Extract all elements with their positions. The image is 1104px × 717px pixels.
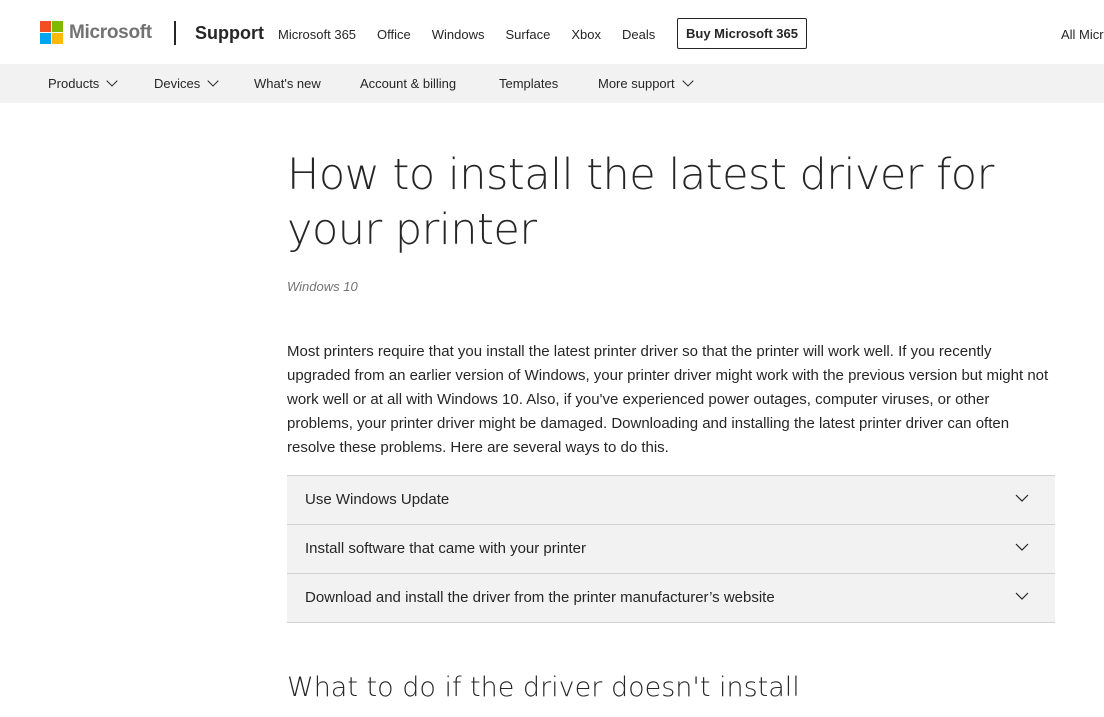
- subnav-label: Devices: [154, 76, 201, 91]
- accordion-label: Use Windows Update: [305, 491, 450, 508]
- logo-square-green: [52, 21, 63, 32]
- accordion-label: Install software that came with your pri…: [305, 540, 586, 557]
- nav-microsoft-365[interactable]: Microsoft 365: [278, 27, 356, 42]
- logo-square-red: [40, 21, 51, 32]
- chevron-down-icon: [1015, 543, 1029, 551]
- subnav-devices[interactable]: Devices: [154, 75, 219, 91]
- top-nav: Microsoft 365 Office Windows Surface Xbo…: [278, 27, 676, 42]
- chevron-down-icon: [1015, 592, 1029, 600]
- chevron-down-icon: [106, 75, 118, 87]
- subnav-label: Account & billing: [360, 76, 457, 91]
- support-subnav: Products Devices What's new Account & bi…: [0, 64, 1104, 103]
- subnav-label: Products: [48, 76, 100, 91]
- chevron-down-icon: [207, 75, 219, 87]
- subnav-label: More support: [598, 76, 675, 91]
- subnav-products[interactable]: Products: [48, 75, 118, 91]
- accordion-download-driver[interactable]: Download and install the driver from the…: [287, 574, 1055, 623]
- brand-name: Microsoft: [69, 21, 152, 43]
- nav-deals[interactable]: Deals: [622, 27, 655, 42]
- accordion-use-windows-update[interactable]: Use Windows Update: [287, 476, 1055, 525]
- method-accordion: Use Windows Update Install software that…: [287, 475, 1055, 623]
- subnav-label: Templates: [499, 76, 559, 91]
- nav-windows[interactable]: Windows: [432, 27, 485, 42]
- subnav-templates[interactable]: Templates: [499, 76, 558, 91]
- subnav-whats-new[interactable]: What's new: [254, 76, 321, 91]
- microsoft-logo-icon: [40, 21, 63, 44]
- support-home-link[interactable]: Support: [195, 23, 264, 44]
- section-heading: What to do if the driver doesn't install: [287, 672, 800, 703]
- chevron-down-icon: [681, 75, 694, 87]
- page-title: How to install the latest driver for you…: [287, 150, 994, 255]
- all-microsoft-menu[interactable]: All Micr: [1061, 27, 1104, 42]
- accordion-install-software[interactable]: Install software that came with your pri…: [287, 525, 1055, 574]
- nav-xbox[interactable]: Xbox: [571, 27, 601, 42]
- subnav-label: What's new: [254, 76, 321, 91]
- subnav-account-billing[interactable]: Account & billing: [360, 76, 456, 91]
- microsoft-logo[interactable]: Microsoft: [40, 21, 152, 44]
- intro-paragraph: Most printers require that you install t…: [287, 343, 1049, 456]
- nav-surface[interactable]: Surface: [506, 27, 551, 42]
- header-divider: [174, 21, 176, 45]
- chevron-down-icon: [1015, 494, 1029, 502]
- site-header: Microsoft Support Microsoft 365 Office W…: [0, 0, 1104, 64]
- applies-to: Windows 10: [287, 279, 358, 294]
- buy-microsoft-365-button[interactable]: Buy Microsoft 365: [677, 18, 807, 49]
- logo-square-blue: [40, 33, 51, 44]
- nav-office[interactable]: Office: [377, 27, 411, 42]
- subnav-more-support[interactable]: More support: [598, 75, 694, 91]
- accordion-label: Download and install the driver from the…: [305, 589, 775, 606]
- logo-square-yellow: [52, 33, 63, 44]
